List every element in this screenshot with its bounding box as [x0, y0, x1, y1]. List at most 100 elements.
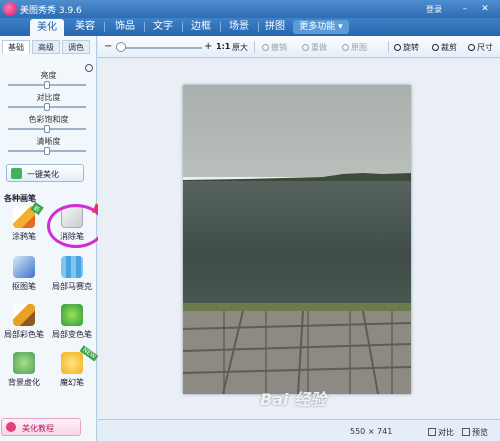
tutorial-label: 美化教程: [22, 424, 54, 433]
undo-label: 撤销: [271, 43, 287, 52]
tab-separator: [104, 22, 105, 32]
main-tab-bar: 美化 美容 饰品 文字 边框 场景 拼图 更多功能 ▾: [0, 18, 500, 36]
app-logo-icon: [3, 2, 17, 16]
sharpness-slider[interactable]: [8, 147, 86, 155]
one-key-label: 一键美化: [27, 170, 59, 179]
redo-label: 重做: [311, 43, 327, 52]
tab-separator: [144, 22, 145, 32]
photo-sky: [183, 85, 411, 177]
tool-mosaic[interactable]: 局部马赛克: [50, 254, 94, 300]
toolbar: − + 1:1 原大 撤销 重做 原图 旋转 裁剪 尺寸: [98, 36, 500, 58]
tool-label: 局部变色笔: [52, 330, 92, 339]
preview-icon: [462, 428, 470, 436]
undo-icon: [262, 44, 269, 51]
resize-label: 尺寸: [477, 43, 493, 52]
close-button[interactable]: ✕: [478, 3, 492, 15]
crop-button[interactable]: 裁剪: [432, 42, 457, 53]
more-features-tab[interactable]: 更多功能 ▾: [293, 20, 349, 34]
magic-pen-icon: [61, 352, 83, 374]
saturation-slider[interactable]: [8, 125, 86, 133]
preview-label: 预览: [472, 428, 488, 437]
tool-color-change[interactable]: 局部变色笔: [50, 302, 94, 348]
tool-label: 背景虚化: [8, 378, 40, 387]
tab-skin[interactable]: 美容: [68, 18, 102, 36]
tab-separator: [182, 22, 183, 32]
contrast-slider[interactable]: [8, 103, 86, 111]
tab-beautify[interactable]: 美化: [30, 19, 64, 36]
slider-knob[interactable]: [44, 147, 50, 155]
slider-knob[interactable]: [44, 103, 50, 111]
photo-water: [183, 181, 411, 309]
saturation-label: 色彩饱和度: [28, 115, 69, 124]
one-key-beautify-button[interactable]: 一键美化: [6, 164, 84, 182]
tool-magic-pen[interactable]: NEW 魔幻笔: [50, 345, 99, 396]
rotate-button[interactable]: 旋转: [394, 42, 419, 53]
app-title: 美图秀秀 3.9.6: [20, 6, 82, 16]
reset-icon: [342, 44, 349, 51]
resize-button[interactable]: 尺寸: [468, 42, 493, 53]
photo-pavement-lines: [183, 311, 411, 394]
minimize-button[interactable]: –: [458, 3, 472, 15]
tool-color-brush[interactable]: 局部彩色笔: [2, 302, 46, 348]
tab-separator: [220, 22, 221, 32]
tool-label: 局部马赛克: [52, 282, 92, 291]
sharpness-label: 清晰度: [36, 137, 61, 146]
tab-text[interactable]: 文字: [146, 18, 180, 36]
toolbar-separator: [388, 41, 389, 53]
brightness-label: 亮度: [40, 71, 57, 80]
tab-scene[interactable]: 场景: [222, 18, 256, 36]
tab-frame[interactable]: 边框: [184, 18, 218, 36]
title-bar: 美图秀秀 3.9.6 登录 – ✕: [0, 0, 500, 18]
tool-label: 抠图笔: [12, 282, 36, 291]
toolbar-separator: [254, 41, 255, 53]
login-link[interactable]: 登录: [426, 4, 442, 15]
zoom-in-icon[interactable]: +: [204, 41, 212, 52]
zoom-slider-knob[interactable]: [116, 42, 126, 52]
zoom-slider[interactable]: [116, 47, 202, 49]
compare-icon: [428, 428, 436, 436]
color-brush-icon: [13, 304, 35, 326]
redo-button[interactable]: 重做: [302, 42, 327, 53]
tool-label: 局部彩色笔: [4, 330, 44, 339]
rotate-icon: [394, 44, 401, 51]
slider-knob[interactable]: [44, 81, 50, 89]
watermark: Bai 经验: [260, 390, 327, 409]
tool-label: 魔幻笔: [60, 378, 84, 387]
redo-icon: [302, 44, 309, 51]
brightness-slider[interactable]: [8, 81, 86, 89]
brush-section-title: 各种画笔: [4, 194, 36, 203]
subtab-advanced[interactable]: 高级: [32, 40, 60, 54]
undo-button[interactable]: 撤销: [262, 42, 287, 53]
photo-treeline: [183, 173, 411, 181]
compare-label: 对比: [438, 428, 454, 437]
tool-label: 涂鸦笔: [12, 232, 36, 241]
preview-button[interactable]: 预览: [462, 427, 488, 438]
tutorial-icon: [6, 422, 16, 432]
wand-icon: [11, 168, 22, 179]
contrast-label: 对比度: [36, 93, 61, 102]
mosaic-icon: [61, 256, 83, 278]
canvas-area[interactable]: [98, 59, 500, 419]
tool-background-blur[interactable]: 背景虚化: [2, 350, 46, 396]
zoom-out-icon[interactable]: −: [104, 41, 112, 52]
subtab-color[interactable]: 调色: [62, 40, 90, 54]
subtab-basic[interactable]: 基础: [2, 40, 30, 54]
blur-icon: [13, 352, 35, 374]
tool-doodle-pen[interactable]: 新 涂鸦笔: [2, 201, 46, 250]
original-size-label[interactable]: 原大: [232, 42, 248, 53]
tab-collage[interactable]: 拼图: [258, 18, 292, 36]
crop-icon: [432, 44, 439, 51]
slider-knob[interactable]: [44, 125, 50, 133]
color-change-icon: [61, 304, 83, 326]
tool-cutout-pen[interactable]: 抠图笔: [2, 254, 46, 300]
beautify-tutorial-button[interactable]: 美化教程: [1, 418, 81, 436]
compare-button[interactable]: 对比: [428, 427, 454, 438]
cutout-pen-icon: [13, 256, 35, 278]
tab-accessories[interactable]: 饰品: [108, 18, 142, 36]
status-bar: 550 × 741 对比 预览: [98, 419, 500, 441]
crop-label: 裁剪: [441, 43, 457, 52]
photo-image[interactable]: [183, 85, 411, 394]
reset-original-button[interactable]: 原图: [342, 42, 367, 53]
reset-label: 原图: [351, 43, 367, 52]
actual-size-button[interactable]: 1:1: [216, 42, 230, 51]
